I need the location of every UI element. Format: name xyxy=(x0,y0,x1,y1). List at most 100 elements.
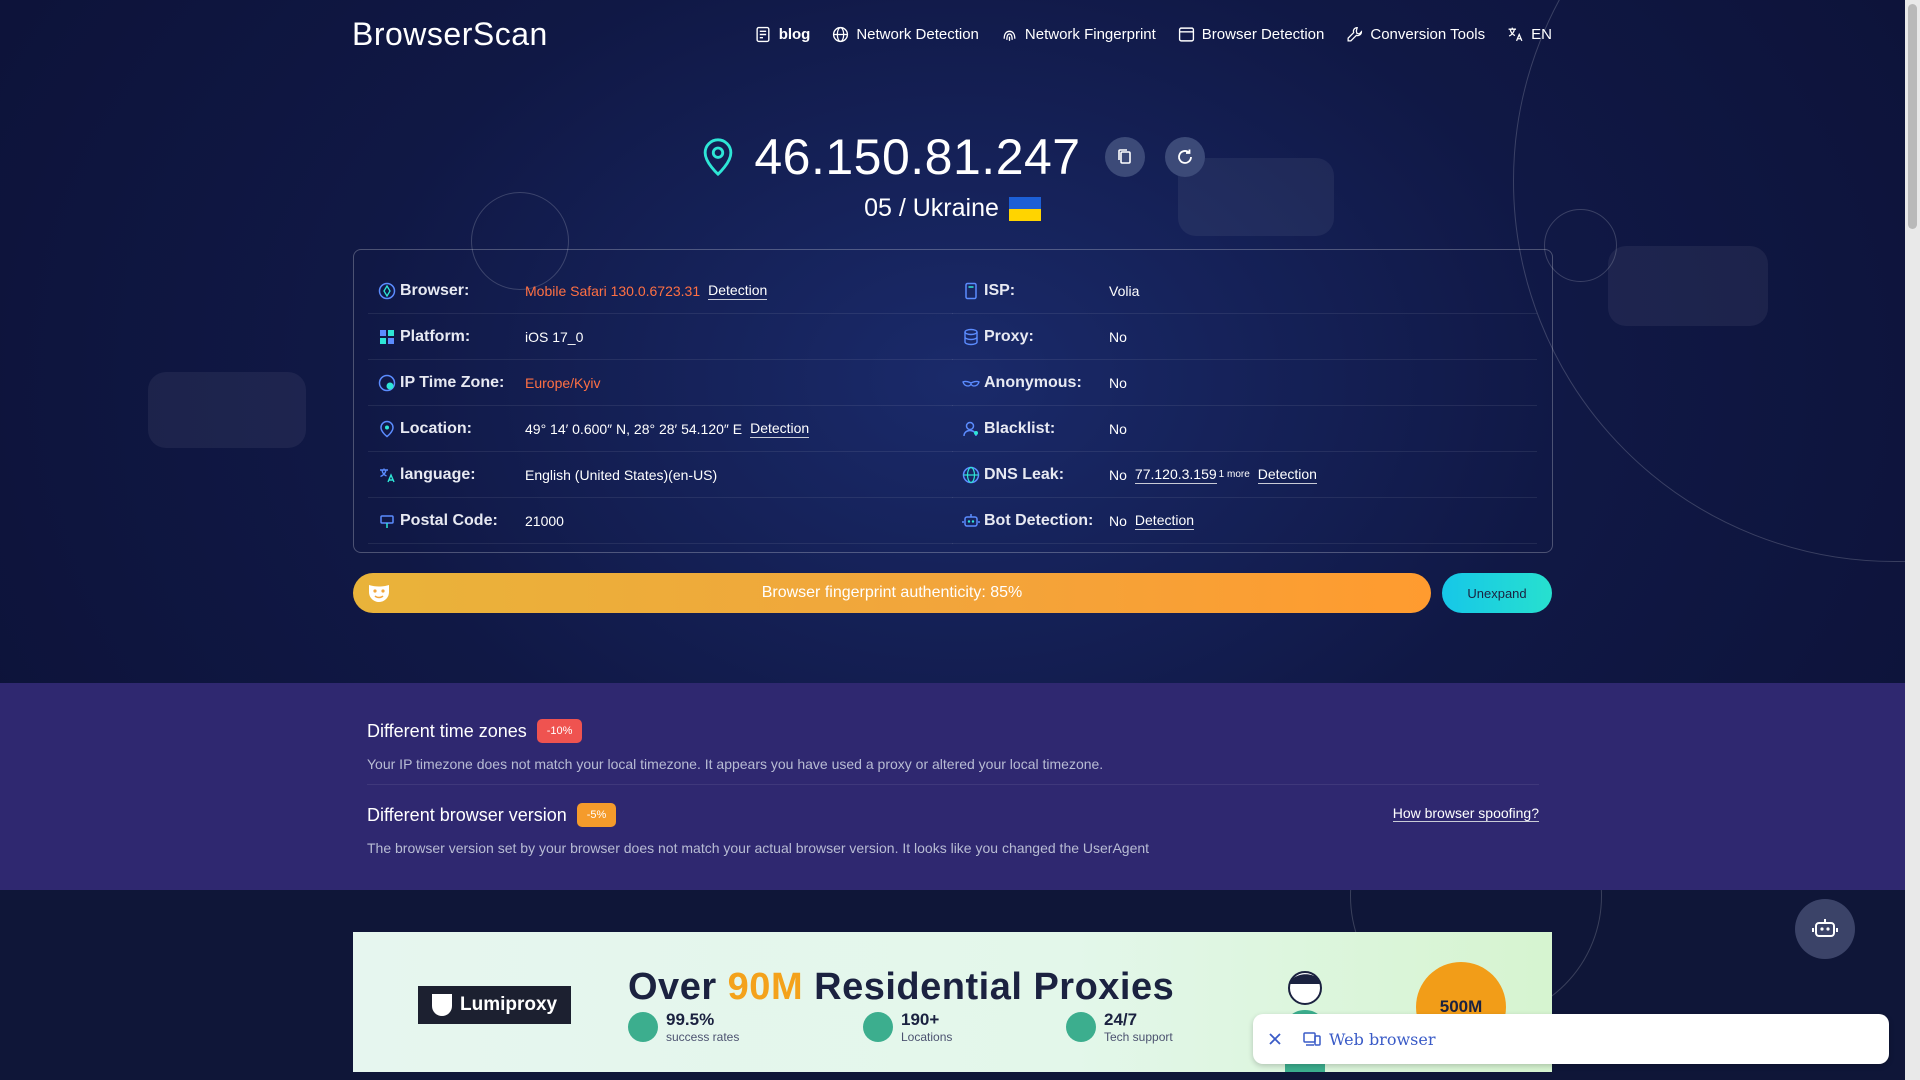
ip-location: 05 / Ukraine xyxy=(0,194,1905,223)
nav-browser-detection[interactable]: Browser Detection xyxy=(1178,26,1325,43)
devices-icon xyxy=(1303,1032,1321,1046)
fingerprint-icon xyxy=(1003,30,1016,41)
info-row-location: Location: 49° 14′ 0.600″ N, 28° 28′ 54.1… xyxy=(368,406,953,452)
nav-label: EN xyxy=(1531,26,1552,43)
browser-window-icon xyxy=(1178,27,1194,42)
copy-icon xyxy=(1117,149,1131,164)
refresh-icon xyxy=(1177,149,1192,164)
info-value: Mobile Safari 130.0.6723.31 Detection xyxy=(525,282,768,300)
nav-blog[interactable]: blog xyxy=(755,26,810,43)
ip-address: 46.150.81.247 xyxy=(754,129,1081,185)
warning-title: Different time zones -10% xyxy=(367,719,1539,743)
warning-browser-version: Different browser version -5% The browse… xyxy=(367,803,1539,856)
info-label: Bot Detection: xyxy=(984,511,1094,529)
platform-icon xyxy=(380,329,394,344)
how-browser-spoofing-link[interactable]: How browser spoofing? xyxy=(1392,805,1539,822)
info-row-proxy: Proxy: No xyxy=(952,314,1537,360)
decorative-rect xyxy=(1608,246,1768,326)
ad-headline-pre: Over xyxy=(628,966,728,1008)
scrollbar[interactable] xyxy=(1905,0,1920,1080)
info-column-right: ISP: Volia Proxy: No Anonymous: No Black… xyxy=(952,268,1537,544)
info-row-bot: Bot Detection: No Detection xyxy=(952,498,1537,544)
translate-icon xyxy=(1508,27,1523,42)
info-label: Anonymous: xyxy=(984,373,1082,391)
info-label: language: xyxy=(400,465,476,483)
nav-label: Network Fingerprint xyxy=(1024,26,1156,43)
location-value: 49° 14′ 0.600″ N, 28° 28′ 54.120″ E xyxy=(525,420,743,437)
browser-icon xyxy=(378,282,396,299)
robot-icon xyxy=(1812,919,1838,937)
decorative-rect xyxy=(148,372,306,448)
timezone-icon xyxy=(378,374,396,391)
ad-stat-caption: success rates xyxy=(666,1030,740,1044)
warnings-section: Different time zones -10% Your IP timezo… xyxy=(0,683,1905,890)
info-value: No xyxy=(1109,328,1127,345)
warning-title-text: Different browser version xyxy=(367,804,567,825)
scrollbar-thumb[interactable] xyxy=(1908,4,1917,229)
logo[interactable]: BrowserScan xyxy=(352,16,548,53)
info-value: No xyxy=(1109,374,1127,391)
nav-network-fingerprint[interactable]: Network Fingerprint xyxy=(1001,26,1156,43)
info-label: Browser: xyxy=(400,281,470,299)
info-value: Volia xyxy=(1109,282,1140,299)
ad-headline: Over 90M Residential Proxies xyxy=(628,966,1174,1009)
info-value: iOS 17_0 xyxy=(525,328,584,345)
web-browser-button[interactable]: Web browser xyxy=(1303,1030,1435,1049)
nav-language[interactable]: EN xyxy=(1507,26,1552,43)
ad-stat-number: 190+ xyxy=(901,1010,940,1029)
info-row-isp: ISP: Volia xyxy=(952,268,1537,314)
ukraine-flag-icon xyxy=(1008,196,1041,221)
mask-icon xyxy=(369,585,389,602)
ad-headline-post: Residential Proxies xyxy=(803,966,1175,1008)
warning-timezone: Different time zones -10% Your IP timezo… xyxy=(367,719,1539,772)
main-nav: blog Network Detection Network Fingerpri… xyxy=(755,26,1552,43)
warning-description: The browser version set by your browser … xyxy=(367,840,1150,856)
detection-link[interactable]: Detection xyxy=(1134,512,1195,530)
nav-network-detection[interactable]: Network Detection xyxy=(832,26,979,43)
ad-brand-text: Lumiproxy xyxy=(460,994,558,1015)
info-value: 21000 xyxy=(525,512,564,529)
copy-button[interactable] xyxy=(1104,137,1145,177)
detection-link[interactable]: Detection xyxy=(750,420,810,438)
top-header: BrowserScan blog Network Detection Netwo… xyxy=(352,14,1552,58)
blog-icon xyxy=(756,26,770,43)
language-icon xyxy=(380,468,395,482)
ad-stat-caption: Tech support xyxy=(1104,1030,1173,1044)
warning-title: Different browser version -5% xyxy=(367,803,1539,827)
info-row-browser: Browser: Mobile Safari 130.0.6723.31 Dete… xyxy=(368,268,953,314)
unexpand-button[interactable]: Unexpand xyxy=(1442,573,1552,613)
browser-value: Mobile Safari 130.0.6723.31 xyxy=(525,282,701,299)
detection-link[interactable]: Detection xyxy=(1257,466,1317,484)
ad-stat-number: 99.5% xyxy=(666,1010,715,1029)
penalty-badge: -10% xyxy=(536,719,583,743)
nav-label: Network Detection xyxy=(856,26,979,43)
ad-stat-caption: Locations xyxy=(901,1030,953,1044)
info-value: English (United States)(en-US) xyxy=(525,466,718,483)
detection-link[interactable]: Detection xyxy=(708,282,768,300)
info-value: No 77.120.3.159 1 more Detection xyxy=(1109,466,1317,484)
dns-more-count: 1 more xyxy=(1218,469,1250,480)
nav-conversion-tools[interactable]: Conversion Tools xyxy=(1346,26,1485,43)
dns-ip-link[interactable]: 77.120.3.159 xyxy=(1134,466,1217,484)
info-row-dns: DNS Leak: No 77.120.3.159 1 more Detection xyxy=(952,452,1537,498)
info-value: 49° 14′ 0.600″ N, 28° 28′ 54.120″ E Detec… xyxy=(525,420,810,438)
web-browser-popup: Web browser xyxy=(1253,1014,1889,1064)
user-icon xyxy=(963,421,978,436)
nav-label: Browser Detection xyxy=(1201,26,1325,43)
chat-bot-button[interactable] xyxy=(1795,899,1855,959)
nav-label: Conversion Tools xyxy=(1370,26,1486,43)
database-icon xyxy=(964,328,978,345)
refresh-button[interactable] xyxy=(1164,137,1205,177)
info-row-blacklist: Blacklist: No xyxy=(952,406,1537,452)
close-icon[interactable] xyxy=(1267,1031,1283,1047)
ad-brand-logo: Lumiproxy xyxy=(418,986,571,1024)
ad-headline-highlight: 90M xyxy=(727,966,804,1008)
fingerprint-authenticity-bar: Browser fingerprint authenticity: 85% xyxy=(353,573,1431,613)
info-label: Proxy: xyxy=(984,327,1034,345)
info-value: Europe/Kyiv xyxy=(525,374,601,391)
dns-globe-icon xyxy=(962,466,980,483)
support-icon xyxy=(1066,1012,1096,1042)
info-label: ISP: xyxy=(984,281,1016,299)
info-column-left: Browser: Mobile Safari 130.0.6723.31 Dete… xyxy=(368,268,953,544)
bot-icon xyxy=(962,513,980,527)
